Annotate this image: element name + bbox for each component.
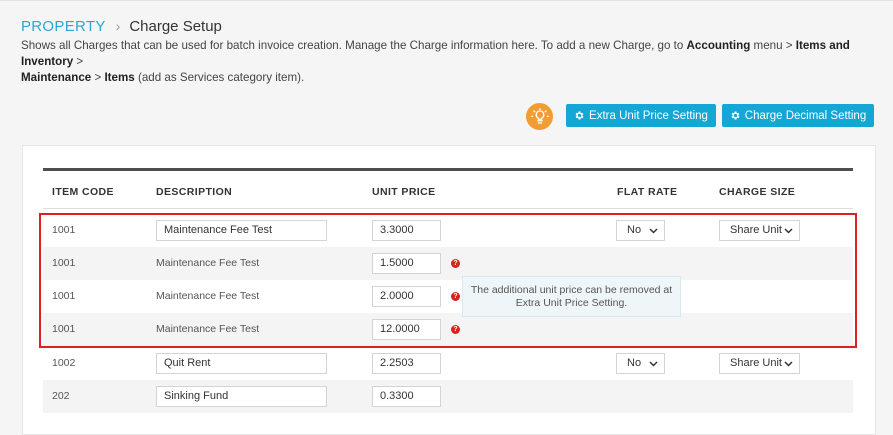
chevron-right-icon: › bbox=[115, 18, 121, 34]
gear-icon bbox=[574, 110, 585, 121]
chevron-down-icon bbox=[784, 360, 793, 367]
table-top-border bbox=[43, 168, 853, 171]
charge-decimal-setting-button[interactable]: Charge Decimal Setting bbox=[722, 104, 874, 127]
gear-icon bbox=[730, 110, 741, 121]
extra-unit-price-tooltip: The additional unit price can be removed… bbox=[462, 276, 681, 317]
description-input[interactable]: Quit Rent bbox=[156, 353, 327, 374]
column-header-unit-price: UNIT PRICE bbox=[372, 186, 436, 198]
extra-unit-price-setting-button[interactable]: Extra Unit Price Setting bbox=[566, 104, 716, 127]
column-header-description: DESCRIPTION bbox=[156, 186, 233, 198]
chevron-down-icon bbox=[649, 360, 658, 367]
table-row: 202 Sinking Fund 0.3300 bbox=[43, 380, 853, 413]
column-header-item-code: ITEM CODE bbox=[52, 186, 114, 198]
accounting-menu-text: Accounting bbox=[686, 39, 751, 52]
breadcrumb: PROPERTY › Charge Setup bbox=[21, 16, 222, 37]
item-code: 202 bbox=[52, 390, 70, 402]
lightbulb-icon[interactable] bbox=[526, 103, 553, 130]
breadcrumb-property-link[interactable]: PROPERTY bbox=[21, 18, 106, 35]
charge-size-select[interactable]: Share Unit bbox=[719, 353, 800, 374]
unit-price-input[interactable]: 2.2503 bbox=[372, 353, 441, 374]
header-divider bbox=[43, 208, 853, 209]
flat-rate-select[interactable]: No bbox=[616, 353, 665, 374]
table-row: 1002 Quit Rent 2.2503 No Share Unit bbox=[43, 347, 853, 380]
page-description: Shows all Charges that can be used for b… bbox=[21, 39, 850, 84]
item-code: 1002 bbox=[52, 357, 76, 369]
unit-price-input[interactable]: 0.3300 bbox=[372, 386, 441, 407]
top-divider bbox=[0, 0, 893, 1]
page-title: Charge Setup bbox=[129, 18, 222, 35]
column-header-charge-size: CHARGE SIZE bbox=[719, 186, 796, 198]
description-input[interactable]: Sinking Fund bbox=[156, 386, 327, 407]
highlight-box bbox=[39, 213, 857, 348]
column-header-flat-rate: FLAT RATE bbox=[617, 186, 678, 198]
